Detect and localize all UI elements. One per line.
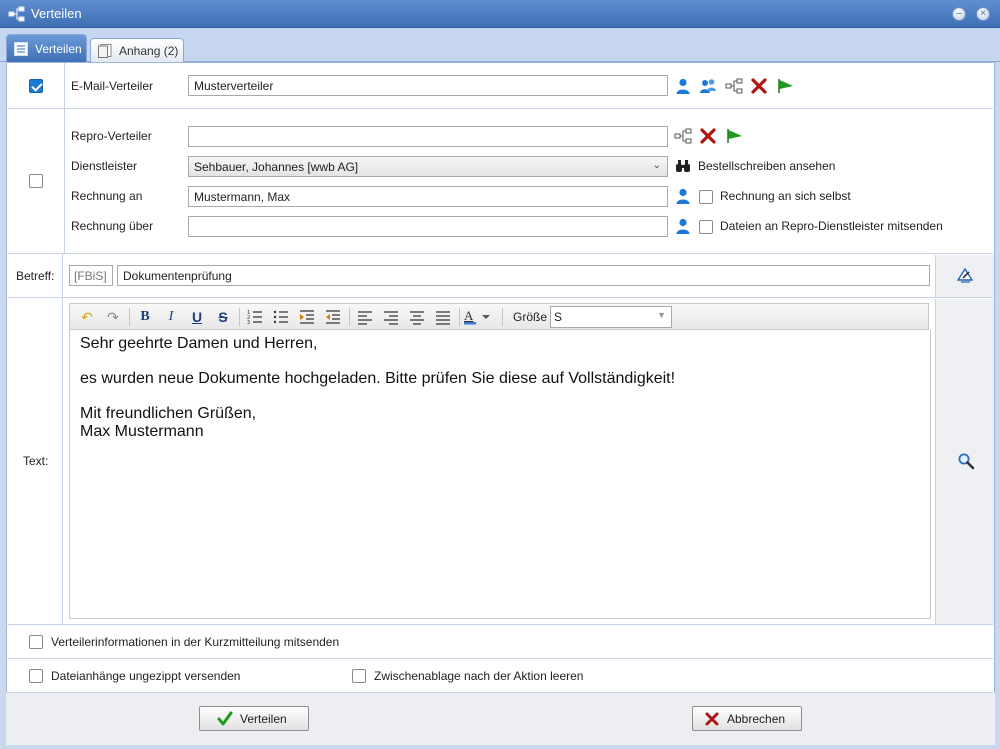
minimize-button[interactable]: – bbox=[952, 7, 966, 21]
toolbar-separator bbox=[349, 308, 350, 326]
message-editor[interactable]: Sehr geehrte Damen und Herren, es wurden… bbox=[69, 330, 931, 619]
kurzmitteilung-checkbox[interactable] bbox=[29, 635, 43, 649]
text-label: Text: bbox=[23, 454, 49, 468]
zwischenablage-label: Zwischenablage nach der Aktion leeren bbox=[374, 669, 584, 683]
user-icon[interactable] bbox=[674, 187, 692, 205]
network-icon[interactable] bbox=[725, 77, 743, 95]
dienstleister-value: Sehbauer, Johannes [wwb AG] bbox=[194, 160, 359, 174]
align-center-icon[interactable] bbox=[407, 308, 427, 326]
groesse-label: Größe bbox=[513, 310, 548, 324]
repro-verteiler-label: Repro-Verteiler bbox=[71, 129, 152, 143]
betreff-label: Betreff: bbox=[16, 269, 55, 283]
groesse-value: S bbox=[554, 310, 563, 324]
send-flag-icon[interactable] bbox=[725, 127, 743, 145]
email-verteiler-input[interactable]: Musterverteiler bbox=[188, 75, 668, 96]
toolbar-separator bbox=[502, 308, 503, 326]
chevron-down-icon: ▼ bbox=[657, 310, 666, 320]
tab-label: Verteilen bbox=[35, 42, 82, 56]
delete-icon[interactable] bbox=[699, 127, 717, 145]
bestellschreiben-link[interactable]: Bestellschreiben ansehen bbox=[698, 159, 835, 173]
abbrechen-button[interactable]: Abbrechen bbox=[692, 706, 802, 731]
repro-enable-checkbox[interactable] bbox=[29, 174, 43, 188]
outdent-icon[interactable] bbox=[323, 308, 343, 326]
footer-bar bbox=[6, 693, 995, 745]
text-greeting: Sehr geehrte Damen und Herren, bbox=[80, 335, 318, 352]
magnifier-icon[interactable] bbox=[957, 452, 975, 470]
italic-icon[interactable]: I bbox=[161, 308, 181, 326]
underline-icon[interactable]: U bbox=[187, 308, 207, 326]
chevron-down-icon: ⌄ bbox=[652, 160, 661, 171]
toolbar-separator bbox=[459, 308, 460, 326]
verteilen-button[interactable]: Verteilen bbox=[199, 706, 309, 731]
users-icon[interactable] bbox=[699, 77, 717, 95]
binoculars-icon[interactable] bbox=[674, 157, 692, 175]
align-left-icon[interactable] bbox=[355, 308, 375, 326]
checkmark-icon bbox=[217, 711, 233, 727]
list-icon bbox=[14, 42, 28, 56]
indent-icon[interactable] bbox=[297, 308, 317, 326]
text-signature: Max Mustermann bbox=[80, 423, 204, 440]
network-icon[interactable] bbox=[674, 127, 692, 145]
toolbar-separator bbox=[239, 308, 240, 326]
editor-toolbar: ↶ ↷ B I U S 123 A Größe S ▼ bbox=[69, 303, 929, 330]
edit-envelope-icon[interactable] bbox=[956, 266, 974, 284]
window-titlebar: Verteilen – × bbox=[0, 0, 1000, 28]
tab-strip: Verteilen Anhang (2) bbox=[0, 28, 1000, 62]
delete-icon[interactable] bbox=[750, 77, 768, 95]
document-stack-icon bbox=[98, 44, 112, 58]
rechnung-an-input[interactable]: Mustermann, Max bbox=[188, 186, 668, 207]
kurzmitteilung-label: Verteilerinformationen in der Kurzmittei… bbox=[51, 635, 340, 649]
user-icon[interactable] bbox=[674, 77, 692, 95]
rechnung-selbst-label: Rechnung an sich selbst bbox=[720, 189, 851, 203]
user-icon[interactable] bbox=[674, 217, 692, 235]
betreff-prefix: [FBiS] bbox=[69, 265, 113, 286]
cancel-icon bbox=[704, 711, 720, 727]
abbrechen-button-label: Abbrechen bbox=[727, 712, 786, 726]
dateien-mitsenden-checkbox[interactable] bbox=[699, 220, 713, 234]
rechnung-selbst-checkbox[interactable] bbox=[699, 190, 713, 204]
text-closing: Mit freundlichen Grüßen, bbox=[80, 405, 257, 422]
tab-label: Anhang (2) bbox=[119, 44, 179, 58]
svg-text:A: A bbox=[464, 308, 474, 323]
svg-text:3: 3 bbox=[247, 320, 250, 326]
tab-anhang[interactable]: Anhang (2) bbox=[90, 38, 184, 62]
toolbar-separator bbox=[129, 308, 130, 326]
dienstleister-label: Dienstleister bbox=[71, 159, 138, 173]
ordered-list-icon[interactable]: 123 bbox=[245, 308, 265, 326]
undo-icon[interactable]: ↶ bbox=[77, 308, 97, 326]
window-title: Verteilen bbox=[31, 6, 82, 21]
dienstleister-select[interactable]: Sehbauer, Johannes [wwb AG] ⌄ bbox=[188, 156, 668, 177]
bold-icon[interactable]: B bbox=[135, 308, 155, 326]
email-enable-checkbox[interactable] bbox=[29, 79, 43, 93]
rechnung-ueber-label: Rechnung über bbox=[71, 219, 154, 233]
dateien-mitsenden-label: Dateien an Repro-Dienstleister mitsenden bbox=[720, 219, 943, 233]
strikethrough-icon[interactable]: S bbox=[213, 308, 233, 326]
email-verteiler-label: E-Mail-Verteiler bbox=[71, 79, 154, 93]
font-color-icon[interactable]: A bbox=[463, 308, 493, 326]
close-window-button[interactable]: × bbox=[976, 7, 990, 21]
align-right-icon[interactable] bbox=[381, 308, 401, 326]
repro-verteiler-input[interactable] bbox=[188, 126, 668, 147]
ungezippt-checkbox[interactable] bbox=[29, 669, 43, 683]
tab-verteilen[interactable]: Verteilen bbox=[6, 34, 87, 62]
rechnung-an-label: Rechnung an bbox=[71, 189, 143, 203]
verteilen-button-label: Verteilen bbox=[240, 712, 287, 726]
unordered-list-icon[interactable] bbox=[271, 308, 291, 326]
ungezippt-label: Dateianhänge ungezippt versenden bbox=[51, 669, 241, 683]
text-body: es wurden neue Dokumente hochgeladen. Bi… bbox=[80, 370, 676, 387]
send-flag-icon[interactable] bbox=[776, 77, 794, 95]
align-justify-icon[interactable] bbox=[433, 308, 453, 326]
groesse-select[interactable]: S ▼ bbox=[550, 306, 672, 328]
zwischenablage-checkbox[interactable] bbox=[352, 669, 366, 683]
betreff-input[interactable]: Dokumentenprüfung bbox=[117, 265, 930, 286]
rechnung-ueber-input[interactable] bbox=[188, 216, 668, 237]
redo-icon[interactable]: ↷ bbox=[103, 308, 123, 326]
share-network-icon bbox=[8, 6, 26, 22]
